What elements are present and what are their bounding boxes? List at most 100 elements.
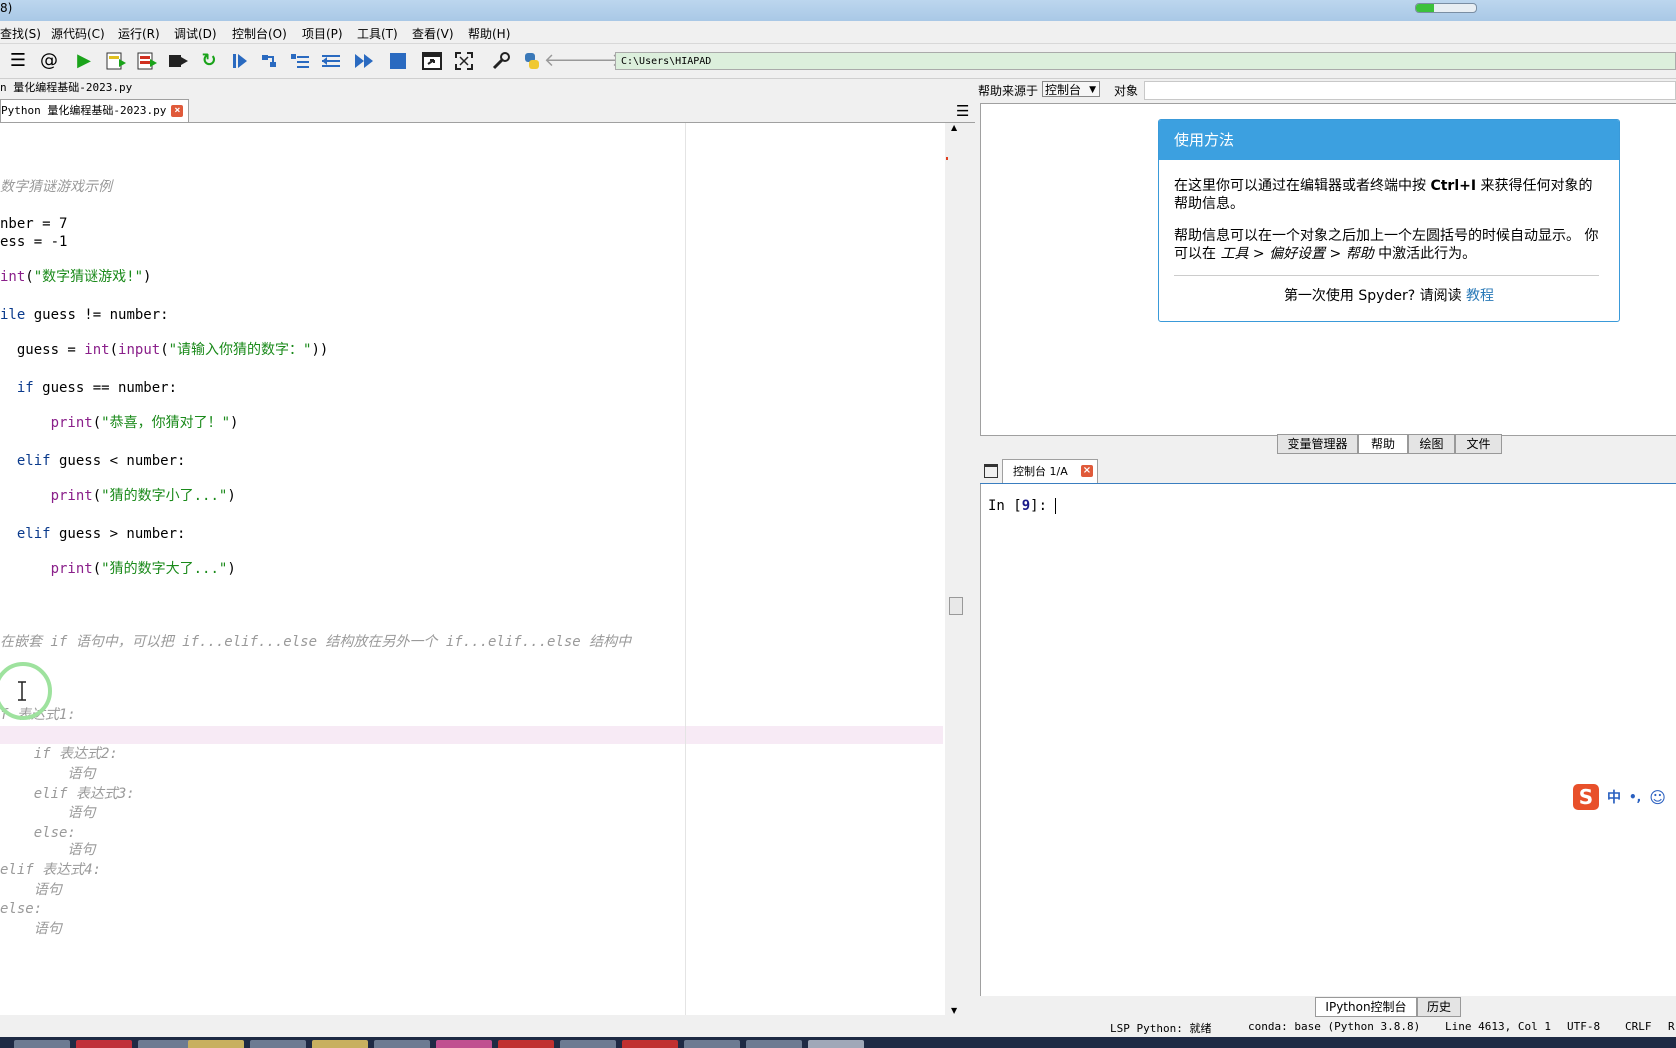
status-bar: LSP Python: 就绪 conda: base (Python 3.8.8… — [0, 1017, 1676, 1037]
console-window-icon[interactable] — [984, 464, 998, 478]
tab-help[interactable]: 帮助 — [1358, 434, 1408, 454]
ime-punct-icon[interactable]: •, — [1629, 790, 1641, 804]
memory-indicator — [1415, 3, 1477, 13]
taskbar-app[interactable] — [374, 1040, 430, 1048]
code-line: 语句 — [0, 882, 62, 898]
code-line: elif guess < number: — [0, 453, 186, 469]
stop-icon[interactable] — [386, 50, 410, 72]
console-prompt: In [9]: ​ — [988, 498, 1057, 514]
run-selection-icon[interactable] — [166, 50, 190, 72]
at-icon[interactable]: @ — [37, 50, 61, 72]
main-toolbar: ☰ @ ▶ ↻ 🡐 🡒 C:\Users\HIAPAD — [0, 44, 1676, 79]
tab-files[interactable]: 文件 — [1455, 434, 1502, 454]
taskbar-app[interactable] — [684, 1040, 740, 1048]
help-pane: 使用方法 在这里你可以通过在编辑器或者终端中按 Ctrl+I 来获得任何对象的帮… — [980, 103, 1676, 436]
ime-toolbar[interactable]: S 中 •, ☺ — [1573, 782, 1676, 812]
menu-tools[interactable]: 工具(T) — [357, 25, 398, 42]
menu-view[interactable]: 查看(V) — [412, 25, 454, 42]
taskbar-app[interactable] — [76, 1040, 132, 1048]
fullscreen-icon[interactable] — [452, 50, 476, 72]
editor-scrollbar[interactable]: ▲ ▼ — [948, 123, 964, 1015]
code-line: 在嵌套 if 语句中，可以把 if...elif...else 结构放在另外一个… — [0, 634, 632, 650]
code-line: elif 表达式3: — [0, 786, 135, 802]
sogou-logo-icon: S — [1573, 784, 1599, 810]
edge-ruler — [685, 123, 686, 1015]
run-icon[interactable]: ▶ — [72, 50, 96, 72]
editor-tab-bar: Python 量化编程基础-2023.py × — [0, 98, 975, 123]
debug-icon[interactable] — [228, 50, 252, 72]
line-endings: CRLF — [1625, 1020, 1652, 1033]
help-source-label: 帮助来源于 — [978, 84, 1039, 98]
taskbar-app[interactable] — [436, 1040, 492, 1048]
editor-options-icon[interactable]: ☰ — [956, 102, 969, 120]
code-line: else: — [0, 825, 76, 841]
run-cell-icon[interactable] — [104, 50, 128, 72]
code-line: elif guess > number: — [0, 526, 186, 542]
code-line: ess = -1 — [0, 234, 68, 250]
tutorial-link[interactable]: 教程 — [1466, 288, 1494, 304]
scroll-down-icon[interactable]: ▼ — [951, 1006, 957, 1015]
taskbar-app[interactable] — [138, 1040, 194, 1048]
taskbar-app[interactable] — [312, 1040, 368, 1048]
taskbar-app[interactable] — [498, 1040, 554, 1048]
tab-plots[interactable]: 绘图 — [1408, 434, 1455, 454]
taskbar-app[interactable] — [560, 1040, 616, 1048]
code-line: nber = 7 — [0, 216, 68, 232]
menu-debug[interactable]: 调试(D) — [174, 25, 217, 42]
code-line: print("猜的数字大了...") — [0, 561, 236, 577]
working-directory-input[interactable]: C:\Users\HIAPAD — [615, 52, 1676, 70]
help-object-label: 对象 — [1114, 84, 1139, 98]
rerun-icon[interactable]: ↻ — [197, 50, 221, 72]
menu-help[interactable]: 帮助(H) — [468, 25, 510, 42]
menu-source[interactable]: 源代码(C) — [51, 25, 105, 42]
usage-paragraph: 帮助信息可以在一个对象之后加上一个左圆括号的时候自动显示。 你可以在 工具 > … — [1174, 228, 1599, 262]
ipython-console[interactable]: In [9]: ​ S 中 •, ☺ — [980, 484, 1676, 996]
file-encoding: UTF-8 — [1567, 1020, 1601, 1033]
usage-card: 使用方法 在这里你可以通过在编辑器或者终端中按 Ctrl+I 来获得任何对象的帮… — [1158, 119, 1620, 322]
step-icon[interactable] — [258, 50, 282, 72]
help-source-select[interactable]: 控制台 ▼ — [1042, 81, 1100, 97]
help-object-input[interactable] — [1144, 81, 1676, 100]
taskbar-app[interactable] — [14, 1040, 70, 1048]
close-tab-icon[interactable]: × — [171, 105, 184, 117]
scroll-up-icon[interactable]: ▲ — [951, 123, 957, 132]
tab-ipython-console[interactable]: IPython控制台 — [1315, 997, 1417, 1017]
code-editor[interactable]: 数字猜谜游戏示例 nber = 7 ess = -1 int("数字猜谜游戏!"… — [0, 123, 945, 1015]
lsp-status: LSP Python: 就绪 — [1110, 1022, 1212, 1035]
tab-variable-explorer[interactable]: 变量管理器 — [1277, 434, 1358, 454]
taskbar-app[interactable] — [622, 1040, 678, 1048]
code-line: 语句 — [0, 805, 96, 821]
emoji-icon[interactable]: ☺ — [1649, 788, 1666, 807]
usage-paragraph: 在这里你可以通过在编辑器或者终端中按 Ctrl+I 来获得任何对象的帮助信息。 — [1174, 178, 1593, 212]
taskbar-app[interactable] — [808, 1040, 864, 1048]
cursor-position: Line 4613, Col 1 — [1445, 1020, 1551, 1033]
menu-search[interactable]: 查找(S) — [0, 25, 41, 42]
close-console-icon[interactable]: × — [1081, 465, 1093, 477]
menu-console[interactable]: 控制台(O) — [232, 25, 287, 42]
step-into-icon[interactable] — [288, 50, 312, 72]
taskbar-app[interactable] — [746, 1040, 802, 1048]
code-line: if 表达式2: — [0, 746, 118, 762]
scrollbar-thumb[interactable] — [949, 597, 963, 615]
step-return-icon[interactable] — [319, 50, 343, 72]
forward-arrow-icon[interactable]: 🡒 — [574, 50, 622, 72]
taskbar-app[interactable] — [188, 1040, 244, 1048]
help-toolbar: 帮助来源于 控制台 ▼ 对象 — [978, 79, 1676, 101]
taskbar-app[interactable] — [250, 1040, 306, 1048]
maximize-pane-icon[interactable] — [420, 50, 444, 72]
console-tab[interactable]: 控制台 1/A × — [1002, 459, 1098, 483]
code-line: int("数字猜谜游戏!") — [0, 269, 152, 285]
outline-icon[interactable]: ☰ — [6, 50, 30, 72]
menu-project[interactable]: 项目(P) — [302, 25, 343, 42]
python-path-icon[interactable] — [520, 50, 544, 72]
ime-language[interactable]: 中 — [1607, 787, 1621, 807]
tab-history[interactable]: 历史 — [1417, 997, 1461, 1017]
menu-run[interactable]: 运行(R) — [118, 25, 160, 42]
wrench-icon[interactable] — [489, 50, 513, 72]
code-line: print("猜的数字小了...") — [0, 488, 236, 504]
file-permissions: R — [1668, 1020, 1675, 1033]
continue-icon[interactable] — [352, 50, 376, 72]
run-cell-advance-icon[interactable] — [135, 50, 159, 72]
editor-tab[interactable]: Python 量化编程基础-2023.py × — [0, 99, 190, 122]
os-taskbar — [0, 1037, 1676, 1048]
